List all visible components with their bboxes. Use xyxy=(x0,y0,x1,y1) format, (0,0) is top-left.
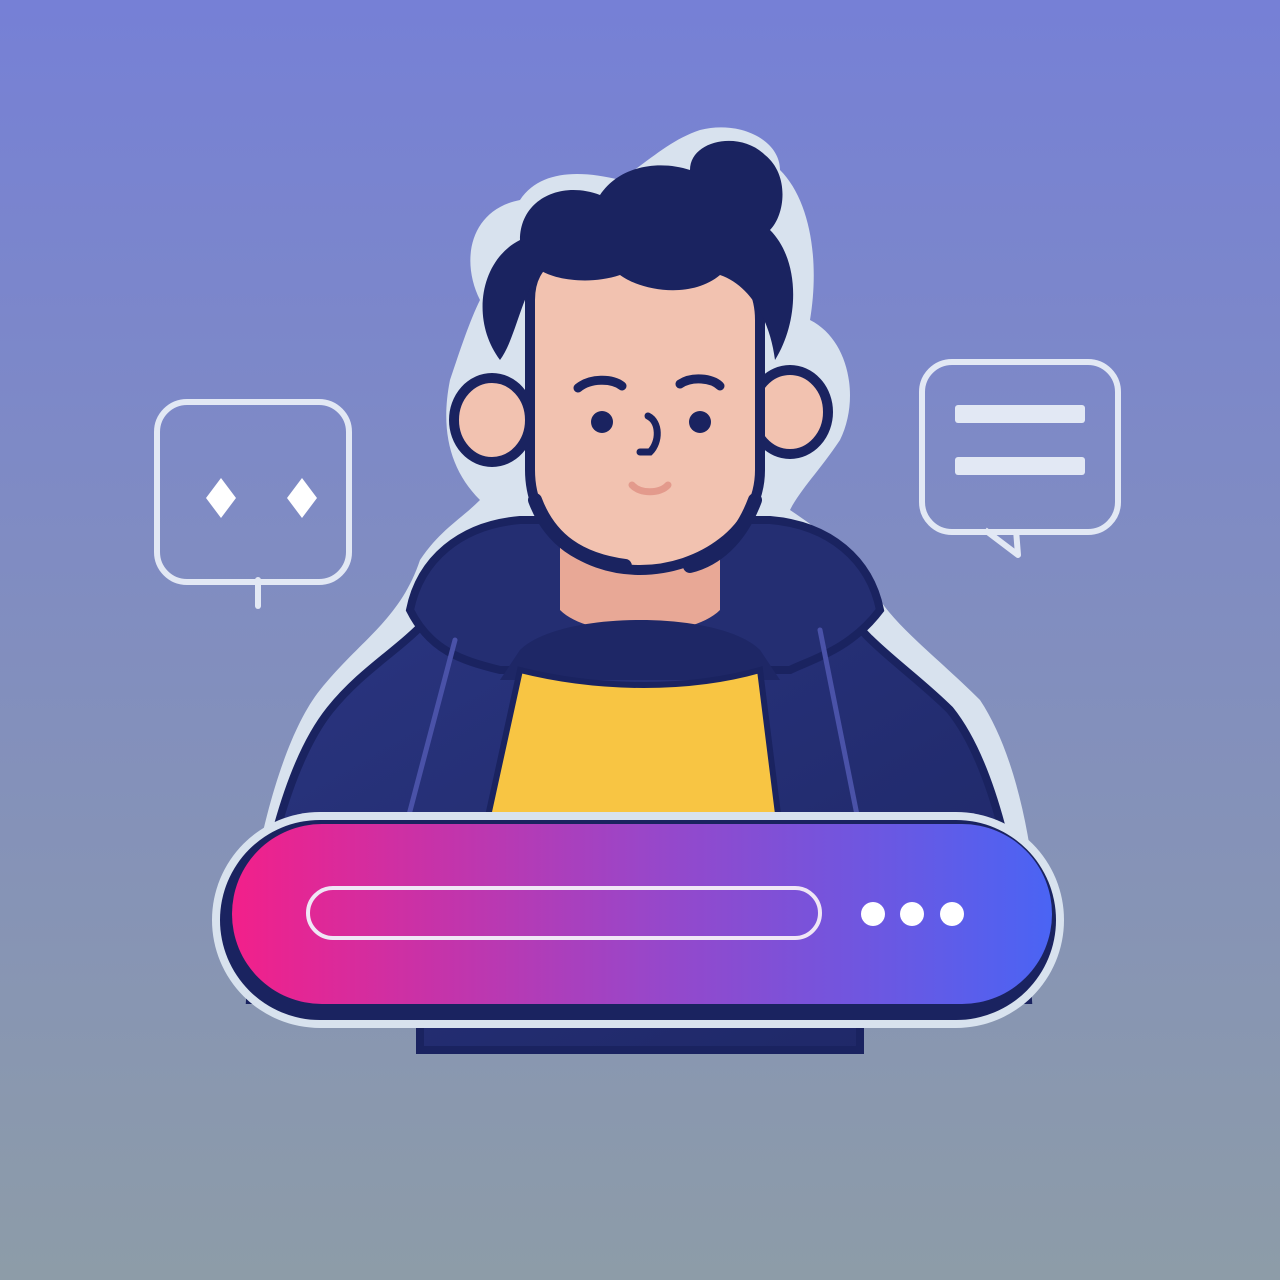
illustration-svg xyxy=(0,0,1280,1280)
search-bar-body xyxy=(232,824,1052,1004)
illustration-canvas xyxy=(0,0,1280,1280)
left-eye xyxy=(591,411,613,433)
right-eye xyxy=(689,411,711,433)
ellipsis-icon[interactable] xyxy=(861,902,964,926)
yellow-shirt xyxy=(481,666,784,833)
search-bar[interactable] xyxy=(212,812,1064,1028)
left-ear xyxy=(449,373,535,467)
face xyxy=(525,234,765,576)
